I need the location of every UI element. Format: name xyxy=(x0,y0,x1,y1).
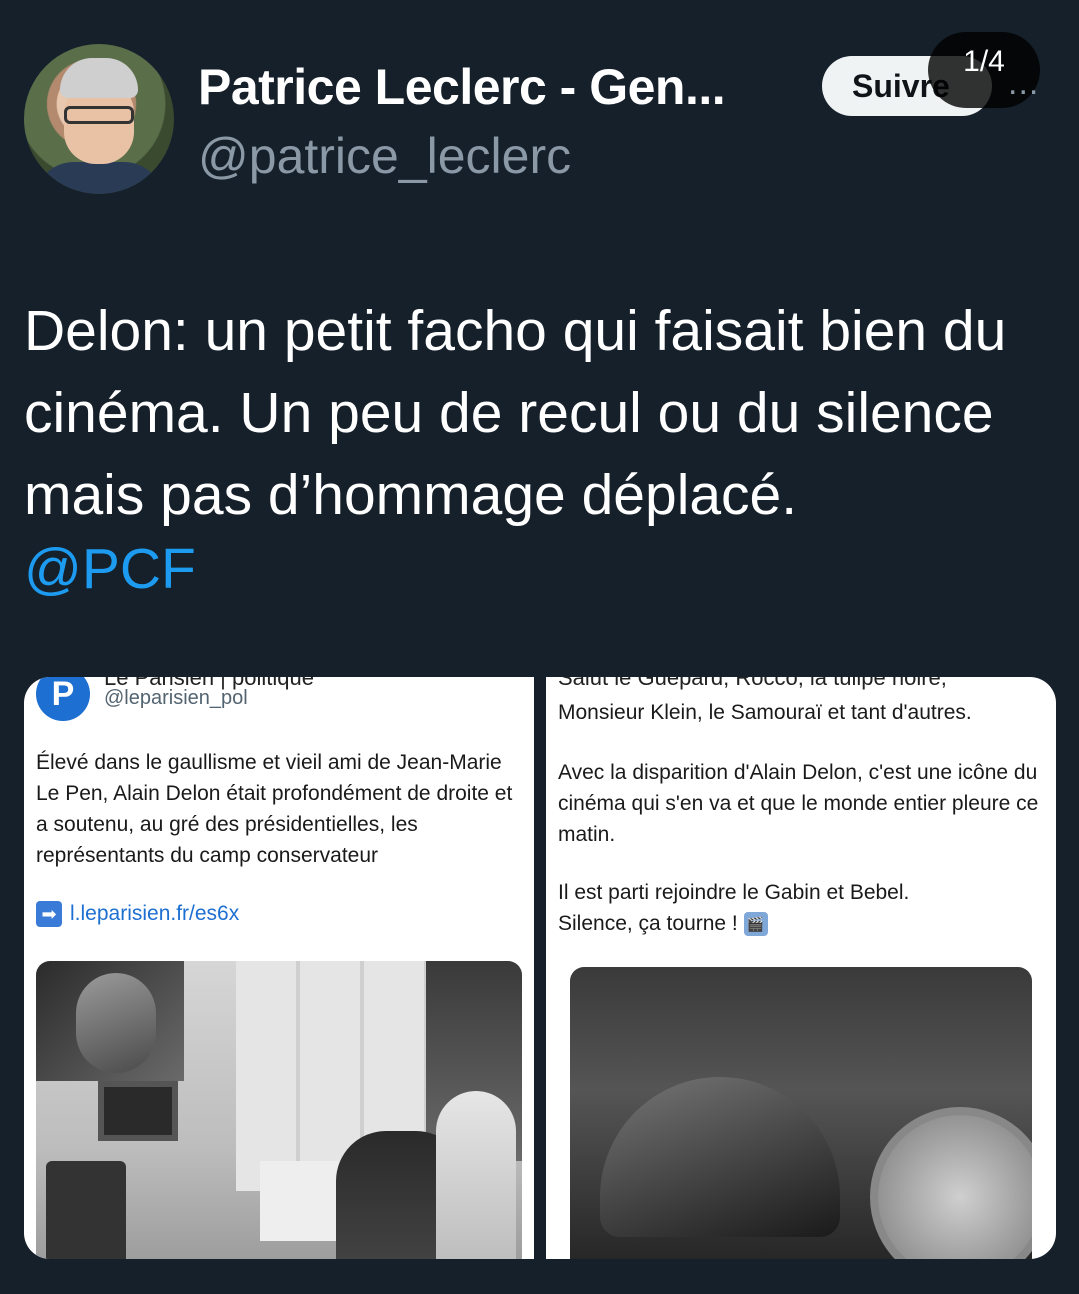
photo-hair xyxy=(600,1077,840,1237)
clip-paragraph-2: Avec la disparition d'Alain Delon, c'est… xyxy=(558,761,1039,846)
photo-chair xyxy=(46,1161,126,1259)
clip-body-text: Élevé dans le gaullisme et vieil ami de … xyxy=(36,751,513,867)
photo-mirror xyxy=(870,1107,1032,1259)
tweet-text: Delon: un petit facho qui faisait bien d… xyxy=(24,299,1007,527)
author-handle[interactable]: @patrice_leclerc xyxy=(198,127,571,185)
clip-link-text: l.leparisien.fr/es6x xyxy=(70,902,240,925)
clapperboard-icon: 🎬 xyxy=(743,912,768,937)
clip-cut-line: Salut le Guépard, Rocco, la tulipe noire… xyxy=(558,677,947,690)
author-name[interactable]: Patrice Leclerc - Gen... xyxy=(198,58,726,116)
clip-paragraph-3-text: Silence, ça tourne ! xyxy=(558,912,738,935)
portrait-photo xyxy=(570,967,1032,1259)
more-icon[interactable]: ... xyxy=(1008,64,1039,103)
photo-portrait xyxy=(36,961,184,1081)
clip-link: ➡ l.leparisien.fr/es6x xyxy=(36,901,239,927)
avatar-shirt xyxy=(34,162,164,194)
media-image-right[interactable]: Salut le Guépard, Rocco, la tulipe noire… xyxy=(546,677,1056,1259)
photo-woman xyxy=(436,1091,516,1259)
right-arrow-icon: ➡ xyxy=(36,901,62,927)
photo-tv xyxy=(98,1081,178,1141)
mention-link[interactable]: @PCF xyxy=(24,536,196,602)
archive-photo xyxy=(36,961,522,1259)
tweet-media[interactable]: Le Parisien | politique P @leparisien_po… xyxy=(24,677,1056,1259)
author-avatar[interactable] xyxy=(24,44,174,194)
avatar-glasses xyxy=(64,106,134,124)
clip-paragraph-3-line-2: Silence, ça tourne ! 🎬 xyxy=(558,908,1048,939)
clip-paragraph-3-line-1: Il est parti rejoindre le Gabin et Bebel… xyxy=(558,881,910,904)
clip-source-handle: @leparisien_pol xyxy=(104,687,248,709)
avatar-hair xyxy=(60,58,138,98)
leparisien-logo-icon: P xyxy=(36,677,90,721)
media-image-left[interactable]: Le Parisien | politique P @leparisien_po… xyxy=(24,677,534,1259)
clip-line-1: Monsieur Klein, le Samouraï et tant d'au… xyxy=(558,701,972,724)
